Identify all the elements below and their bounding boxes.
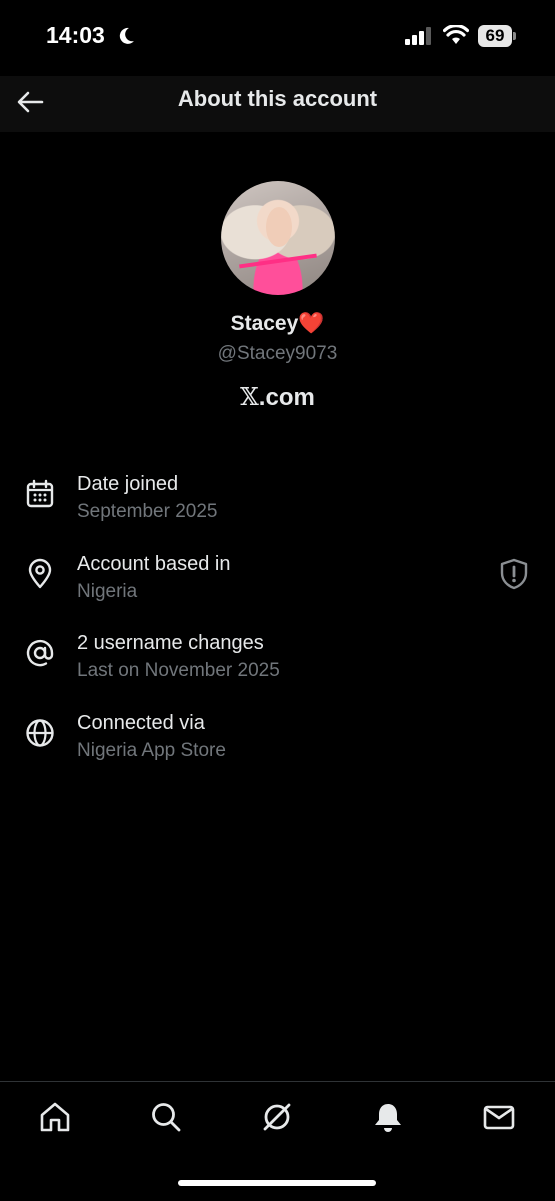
cellular-signal-icon — [405, 27, 431, 45]
battery-level: 69 — [485, 26, 505, 45]
info-subtitle: Nigeria — [77, 581, 138, 602]
site-suffix: .com — [258, 384, 315, 411]
info-subtitle: Nigeria App Store — [77, 740, 226, 761]
battery-indicator: 69 — [478, 25, 516, 47]
username-handle: @Stacey9073 — [217, 343, 338, 364]
avatar[interactable] — [221, 181, 335, 295]
status-bar: 14:03 69 — [0, 0, 555, 76]
display-name: Stacey❤️ — [0, 312, 555, 336]
info-title: 2 username changes — [77, 632, 264, 654]
heart-emoji: ❤️ — [298, 312, 325, 335]
messages-icon[interactable] — [482, 1100, 516, 1134]
moon-icon — [119, 27, 134, 44]
info-connected-via: Connected via Nigeria App Store — [0, 712, 555, 782]
info-title: Account based in — [77, 553, 231, 575]
info-subtitle: September 2025 — [77, 501, 218, 522]
search-icon[interactable] — [149, 1100, 183, 1134]
page-title: About this account — [177, 86, 378, 111]
at-sign-icon — [26, 639, 54, 667]
globe-icon — [26, 719, 54, 747]
info-subtitle: Last on November 2025 — [77, 660, 280, 681]
x-logo-icon: 𝕏 — [240, 383, 259, 411]
info-username-changes: 2 username changes Last on November 2025 — [0, 632, 555, 702]
site-label: 𝕏.com — [0, 383, 555, 412]
home-icon[interactable] — [38, 1100, 72, 1134]
display-name-text: Stacey — [230, 312, 299, 335]
wifi-icon — [443, 25, 469, 44]
home-indicator[interactable] — [178, 1180, 376, 1186]
info-account-based-in: Account based in Nigeria — [0, 553, 555, 623]
status-time: 14:03 — [46, 22, 105, 48]
location-pin-icon — [28, 558, 52, 589]
calendar-icon — [26, 479, 54, 508]
info-title: Date joined — [77, 473, 179, 495]
shield-alert-icon[interactable] — [499, 558, 529, 590]
grok-icon[interactable] — [260, 1100, 294, 1134]
info-date-joined: Date joined September 2025 — [0, 473, 555, 543]
notifications-icon[interactable] — [371, 1100, 405, 1134]
info-title: Connected via — [77, 712, 205, 734]
top-app-bar: About this account — [0, 76, 555, 132]
